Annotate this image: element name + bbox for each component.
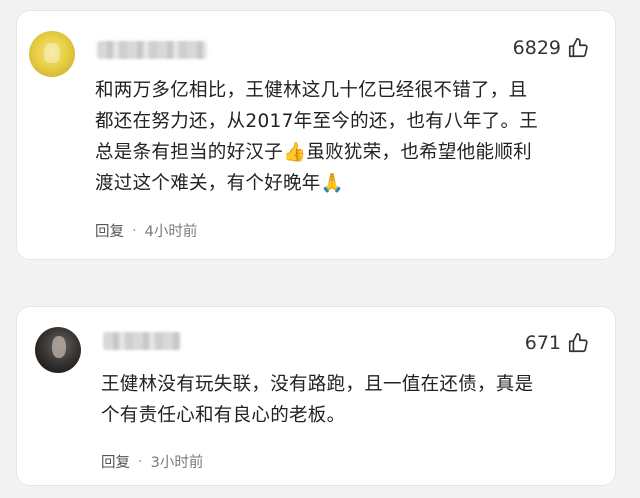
comment-text: 和两万多亿相比，王健林这几十亿已经很不错了，且 都还在努力还，从2017年至今的… <box>95 80 539 194</box>
separator-dot: · <box>132 222 137 239</box>
comment-text: 王健林没有玩失联，没有路跑，且一值在还债，真是 个有责任心和有良心的老板。 <box>101 374 534 426</box>
comment-card: 6829 和两万多亿相比，王健林这几十亿已经很不错了，且 都还在努力还，从201… <box>16 10 616 260</box>
like-counter[interactable]: 6829 <box>513 37 589 59</box>
thumbs-up-icon[interactable] <box>567 37 589 59</box>
thumbs-up-icon[interactable] <box>567 332 589 354</box>
separator-dot: · <box>138 453 143 470</box>
username-blurred[interactable] <box>97 41 207 59</box>
avatar[interactable] <box>29 31 75 77</box>
reply-button[interactable]: 回复 <box>95 220 124 241</box>
reply-button[interactable]: 回复 <box>101 451 130 472</box>
avatar[interactable] <box>35 327 81 373</box>
username-blurred[interactable] <box>103 332 181 350</box>
like-count: 6829 <box>512 37 561 59</box>
comment-meta: 回复 · 4小时前 <box>95 220 197 241</box>
comment-card: 671 王健林没有玩失联，没有路跑，且一值在还债，真是 个有责任心和有良心的老板… <box>16 306 616 486</box>
comment-meta: 回复 · 3小时前 <box>101 451 203 472</box>
timestamp: 3小时前 <box>150 455 204 471</box>
timestamp: 4小时前 <box>144 224 198 240</box>
like-count: 671 <box>524 332 561 354</box>
like-counter[interactable]: 671 <box>525 332 589 354</box>
